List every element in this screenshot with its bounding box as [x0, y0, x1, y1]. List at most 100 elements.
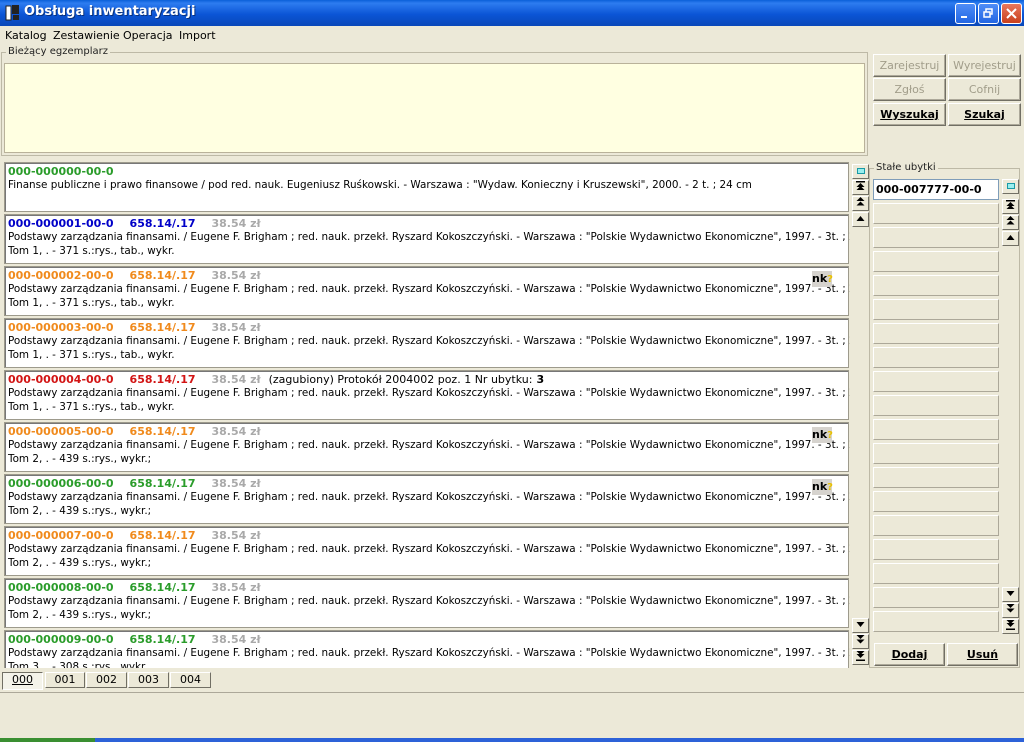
- record-description: Podstawy zarządzania finansami. / Eugene…: [8, 439, 850, 451]
- record-header: 000-000009-00-0 658.14/.17 38.54 zł: [8, 633, 269, 646]
- record-header: 000-000003-00-0 658.14/.17 38.54 zł: [8, 321, 269, 334]
- record-item[interactable]: 000-000003-00-0 658.14/.17 38.54 zł Podstaw…: [4, 318, 850, 368]
- register-button[interactable]: Zarejestruj: [873, 54, 946, 77]
- record-item[interactable]: 000-000005-00-0 658.14/.17 38.54 zł Podstaw…: [4, 422, 850, 472]
- loss-slot[interactable]: [873, 203, 999, 224]
- loss-slot[interactable]: [873, 443, 999, 464]
- tab-000[interactable]: 000: [2, 672, 43, 690]
- record-physical-description: Tom 2, . - 439 s.:rys., wykr.;: [8, 453, 152, 465]
- window-title: Obsługa inwentaryzacji: [24, 4, 196, 19]
- record-price: 38.54 zł: [211, 581, 261, 594]
- record-item[interactable]: 000-000009-00-0 658.14/.17 38.54 zł Podstaw…: [4, 630, 850, 668]
- loss-slot[interactable]: [873, 419, 999, 440]
- loss-slot[interactable]: [873, 611, 999, 632]
- tab-001[interactable]: 001: [45, 672, 85, 688]
- find-button[interactable]: Wyszukaj: [873, 103, 946, 126]
- menu-zestawienie[interactable]: Zestawienie: [53, 29, 120, 42]
- loss-slot[interactable]: [873, 371, 999, 392]
- losses-page-down-button[interactable]: [1002, 603, 1019, 618]
- record-last-button[interactable]: [852, 650, 869, 665]
- record-physical-description: Tom 2, . - 439 s.:rys., wykr.;: [8, 505, 152, 517]
- maximize-button[interactable]: [978, 3, 999, 24]
- remove-button[interactable]: Usuń: [947, 643, 1018, 666]
- record-item[interactable]: 000-000006-00-0 658.14/.17 38.54 zł Podstaw…: [4, 474, 850, 524]
- record-price: 38.54 zł: [211, 217, 261, 230]
- current-copy-group: Bieżący egzemplarz: [1, 46, 868, 156]
- loss-slot[interactable]: [873, 395, 999, 416]
- record-description: Podstawy zarządzania finansami. / Eugene…: [8, 231, 850, 243]
- record-description: Podstawy zarządzania finansami. / Eugene…: [8, 595, 850, 607]
- page-down-icon: [1006, 604, 1015, 613]
- page-up-icon: [856, 197, 865, 206]
- nk-status-icon: nk?: [812, 479, 833, 495]
- loss-slot[interactable]: [873, 467, 999, 488]
- close-icon: [1006, 8, 1017, 19]
- record-item[interactable]: 000-000008-00-0 658.14/.17 38.54 zł Podstaw…: [4, 578, 850, 628]
- record-item[interactable]: 000-000004-00-0 658.14/.17 38.54 zł (zagubi…: [4, 370, 850, 420]
- tab-002[interactable]: 002: [86, 672, 127, 688]
- menu-import[interactable]: Import: [179, 29, 216, 42]
- report-button[interactable]: Zgłoś: [873, 78, 946, 101]
- add-button[interactable]: Dodaj: [874, 643, 945, 666]
- record-item[interactable]: 000-000000-00-0 Finanse publiczne i prawo…: [4, 162, 849, 212]
- close-button[interactable]: [1001, 3, 1022, 24]
- record-id: 000-000001-00-0: [8, 217, 114, 230]
- line-up-icon: [856, 216, 865, 221]
- tab-strip: 000 001 002 003 004: [0, 668, 1024, 690]
- current-copy-display[interactable]: [4, 63, 865, 153]
- record-id: 000-000009-00-0: [8, 633, 114, 646]
- loss-slot[interactable]: [873, 515, 999, 536]
- loss-slot[interactable]: [873, 587, 999, 608]
- undo-button[interactable]: Cofnij: [948, 78, 1021, 101]
- nk-question-mark: ?: [827, 482, 833, 493]
- loss-slot[interactable]: [873, 299, 999, 320]
- losses-last-button[interactable]: [1002, 619, 1019, 634]
- losses-label: Stałe ubytki: [874, 162, 938, 173]
- losses-line-up-button[interactable]: [1002, 231, 1019, 246]
- record-item[interactable]: 000-000007-00-0 658.14/.17 38.54 zł Podstaw…: [4, 526, 850, 576]
- record-line-up-button[interactable]: [852, 212, 869, 227]
- record-square-button[interactable]: [852, 164, 869, 179]
- record-page-up-button[interactable]: [852, 196, 869, 211]
- record-header: 000-000007-00-0 658.14/.17 38.54 zł: [8, 529, 269, 542]
- record-physical-description: Tom 3, . - 308 s.:rys., wykr.: [8, 661, 148, 668]
- loss-item[interactable]: 000-007777-00-0: [873, 179, 999, 200]
- record-id: 000-000008-00-0: [8, 581, 114, 594]
- record-signature: 658.14/.17: [129, 529, 196, 542]
- page-up-icon: [1006, 216, 1015, 225]
- loss-slot[interactable]: [873, 251, 999, 272]
- record-item[interactable]: 000-000001-00-0 658.14/.17 38.54 zł Podstaw…: [4, 214, 850, 264]
- record-physical-description: Tom 2, . - 439 s.:rys., wykr.;: [8, 557, 152, 569]
- nk-question-mark: ?: [827, 430, 833, 441]
- tab-004[interactable]: 004: [170, 672, 211, 688]
- record-line-down-button[interactable]: [852, 618, 869, 633]
- loss-slot[interactable]: [873, 227, 999, 248]
- losses-square-button[interactable]: [1002, 179, 1019, 194]
- menu-katalog[interactable]: Katalog: [5, 29, 47, 42]
- record-physical-description: Tom 1, . - 371 s.:rys., tab., wykr.: [8, 297, 175, 309]
- minimize-button[interactable]: [955, 3, 976, 24]
- losses-first-button[interactable]: [1002, 199, 1019, 214]
- record-physical-description: Tom 1, . - 371 s.:rys., tab., wykr.: [8, 245, 175, 257]
- losses-line-down-button[interactable]: [1002, 587, 1019, 602]
- record-first-button[interactable]: [852, 180, 869, 195]
- record-id: 000-000000-00-0: [8, 165, 114, 178]
- search-button[interactable]: Szukaj: [948, 103, 1021, 126]
- loss-slot[interactable]: [873, 539, 999, 560]
- record-page-down-button[interactable]: [852, 634, 869, 649]
- record-price: 38.54 zł: [211, 269, 261, 282]
- loss-slot[interactable]: [873, 323, 999, 344]
- loss-slot[interactable]: [873, 491, 999, 512]
- nk-text: nk: [812, 428, 828, 441]
- record-id: 000-000003-00-0: [8, 321, 114, 334]
- loss-slot[interactable]: [873, 275, 999, 296]
- loss-slot[interactable]: [873, 347, 999, 368]
- record-item[interactable]: 000-000002-00-0 658.14/.17 38.54 zł Podstaw…: [4, 266, 850, 316]
- first-page-icon: [856, 181, 865, 190]
- tab-003[interactable]: 003: [128, 672, 169, 688]
- record-price: 38.54 zł: [211, 529, 261, 542]
- menu-operacja[interactable]: Operacja: [123, 29, 173, 42]
- unregister-button[interactable]: Wyrejestruj: [948, 54, 1021, 77]
- loss-slot[interactable]: [873, 563, 999, 584]
- losses-page-up-button[interactable]: [1002, 215, 1019, 230]
